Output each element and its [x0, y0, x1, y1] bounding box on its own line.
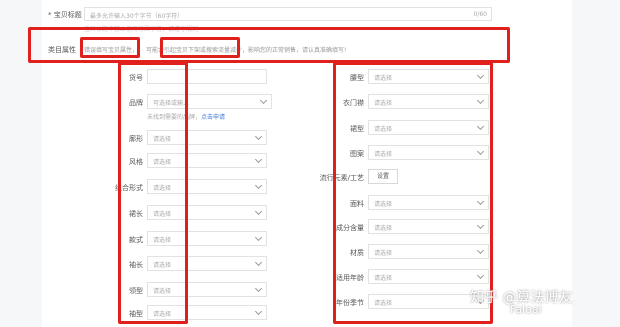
title-label: * 宝贝标题: [48, 11, 82, 19]
chevron-down-icon: [254, 155, 263, 164]
chevron-down-icon: [254, 181, 263, 190]
highlight-warning-continuation: [160, 37, 240, 58]
chevron-down-icon: [254, 307, 263, 316]
title-placeholder: 最多允许输入30个字节（60字符）: [90, 13, 184, 20]
title-counter: 0/60: [473, 11, 487, 18]
chevron-down-icon: [259, 96, 268, 105]
chevron-down-icon: [254, 258, 263, 267]
watermark-sub: Faloai: [510, 303, 542, 316]
chevron-down-icon: [254, 284, 263, 293]
highlight-left-column: [118, 62, 188, 324]
highlight-warning-phrase: [80, 37, 140, 58]
chevron-down-icon: [254, 233, 263, 242]
chevron-down-icon: [254, 207, 263, 216]
title-input[interactable]: 最多允许输入30个字节（60字符） 0/60: [84, 7, 492, 21]
brand-apply-link[interactable]: 点击申请: [201, 114, 225, 121]
chevron-down-icon: [254, 132, 263, 141]
highlight-right-column: [333, 62, 493, 324]
